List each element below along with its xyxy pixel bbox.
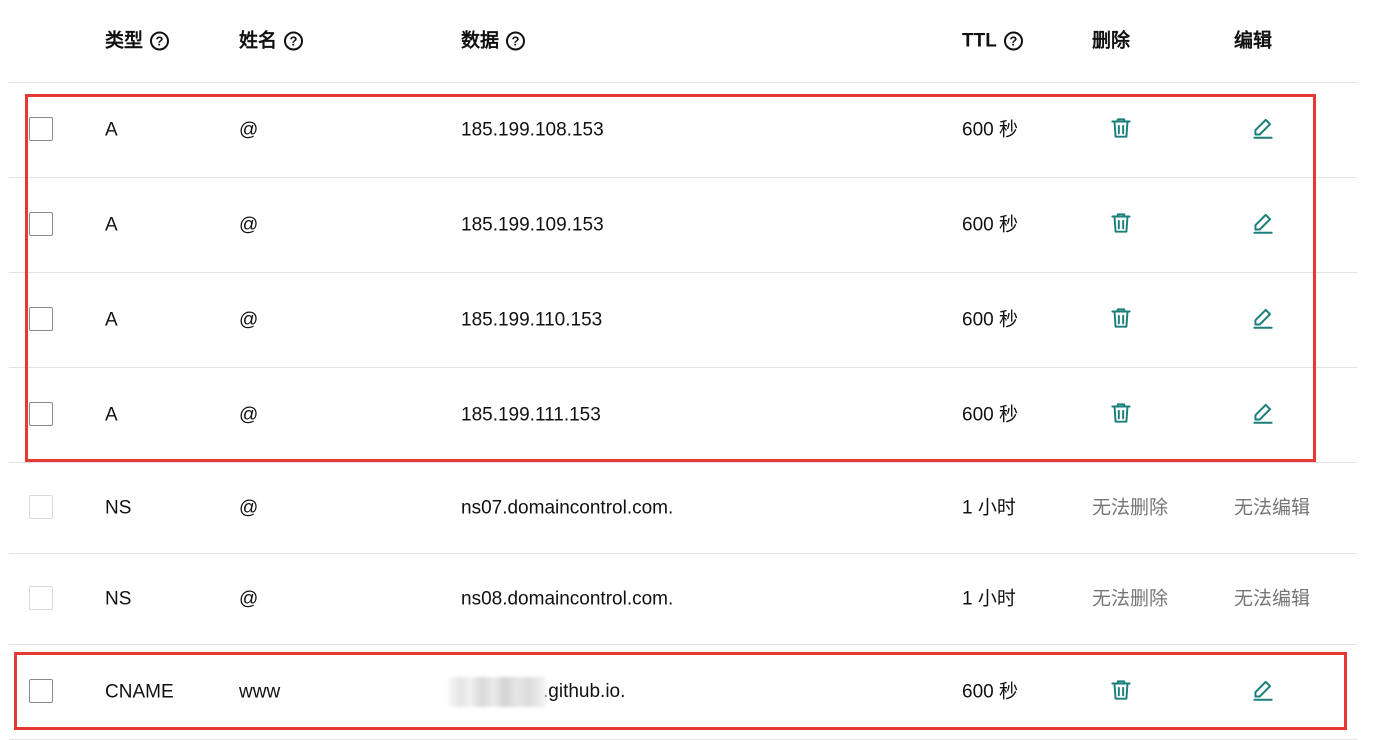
record-data-value: .github.io. <box>543 681 626 703</box>
dns-records-table: 类型 ? 姓名 ? 数据 ? TTL ? 删除 编辑 A @185.199.108… <box>9 0 1357 740</box>
record-data: .github.io. <box>449 677 626 707</box>
question-circle-icon[interactable]: ? <box>1003 31 1023 51</box>
row-select-checkbox <box>29 586 53 610</box>
record-data: 185.199.111.153 <box>461 404 601 426</box>
record-data: 185.199.109.153 <box>461 214 604 236</box>
record-type: NS <box>105 497 132 519</box>
record-type: CNAME <box>105 681 174 703</box>
table-row: A @185.199.111.153 600 秒 <box>9 368 1357 463</box>
column-header-data: 数据 ? <box>461 30 526 52</box>
record-type: NS <box>105 588 132 610</box>
record-type: A <box>105 309 118 331</box>
trash-icon[interactable] <box>1108 210 1134 236</box>
edit-button[interactable] <box>1250 305 1276 335</box>
record-name: www <box>239 681 281 703</box>
column-header-ttl: TTL ? <box>962 30 1023 52</box>
cannot-edit-text: 无法编辑 <box>1234 497 1311 519</box>
question-circle-icon[interactable]: ? <box>506 31 526 51</box>
edit-button[interactable] <box>1250 210 1276 240</box>
cannot-edit-text: 无法编辑 <box>1234 588 1311 610</box>
trash-icon[interactable] <box>1108 677 1134 703</box>
table-row: A @185.199.108.153 600 秒 <box>9 83 1357 178</box>
column-header-edit-label: 编辑 <box>1234 30 1273 52</box>
question-circle-icon[interactable]: ? <box>284 31 304 51</box>
delete-button[interactable] <box>1108 210 1134 240</box>
table-header: 类型 ? 姓名 ? 数据 ? TTL ? 删除 编辑 <box>9 0 1357 83</box>
record-name: @ <box>239 214 259 236</box>
record-data: 185.199.108.153 <box>461 119 604 141</box>
record-name: @ <box>239 404 259 426</box>
cannot-delete-text: 无法删除 <box>1092 497 1169 519</box>
column-header-delete: 删除 <box>1092 32 1130 51</box>
table-row: NS @ ns07.domaincontrol.com. 1 小时 无法删除 无法编辑 <box>9 463 1357 554</box>
edit-button[interactable] <box>1250 677 1276 707</box>
record-name: @ <box>239 119 259 141</box>
row-select-checkbox[interactable] <box>29 679 53 703</box>
record-name: @ <box>239 588 259 610</box>
delete-button[interactable] <box>1108 305 1134 335</box>
record-ttl: 600 秒 <box>962 404 1018 426</box>
row-select-checkbox[interactable] <box>29 212 53 236</box>
record-type: A <box>105 214 118 236</box>
column-header-ttl-label: TTL <box>962 30 997 52</box>
trash-icon[interactable] <box>1108 400 1134 426</box>
column-header-name-label: 姓名 <box>239 30 278 52</box>
column-header-delete-label: 删除 <box>1092 30 1131 52</box>
column-header-data-label: 数据 <box>461 30 500 52</box>
trash-icon[interactable] <box>1108 115 1134 141</box>
record-name: @ <box>239 309 259 331</box>
record-type: A <box>105 119 118 141</box>
cannot-delete-text: 无法删除 <box>1092 588 1169 610</box>
table-row: NS @ ns08.domaincontrol.com. 1 小时 无法删除 无法编辑 <box>9 554 1357 645</box>
record-type: A <box>105 404 118 426</box>
row-select-checkbox <box>29 495 53 519</box>
pencil-icon[interactable] <box>1250 400 1276 426</box>
row-select-checkbox[interactable] <box>29 117 53 141</box>
pencil-icon[interactable] <box>1250 115 1276 141</box>
table-row: A @185.199.110.153 600 秒 <box>9 273 1357 368</box>
record-ttl: 600 秒 <box>962 309 1018 331</box>
row-select-checkbox[interactable] <box>29 402 53 426</box>
question-circle-icon[interactable]: ? <box>150 31 170 51</box>
column-header-edit: 编辑 <box>1234 32 1272 51</box>
column-header-type: 类型 ? <box>105 30 170 52</box>
record-name: @ <box>239 497 259 519</box>
trash-icon[interactable] <box>1108 305 1134 331</box>
edit-button[interactable] <box>1250 400 1276 430</box>
table-row: CNAME www .github.io. 600 秒 <box>9 645 1357 740</box>
record-ttl: 1 小时 <box>962 497 1016 519</box>
table-row: A @185.199.109.153 600 秒 <box>9 178 1357 273</box>
record-ttl: 600 秒 <box>962 681 1018 703</box>
column-header-name: 姓名 ? <box>239 30 304 52</box>
edit-button[interactable] <box>1250 115 1276 145</box>
pencil-icon[interactable] <box>1250 210 1276 236</box>
delete-button[interactable] <box>1108 677 1134 707</box>
record-ttl: 600 秒 <box>962 214 1018 236</box>
record-data: ns07.domaincontrol.com. <box>461 497 674 519</box>
record-ttl: 1 小时 <box>962 588 1016 610</box>
record-data: ns08.domaincontrol.com. <box>461 588 674 610</box>
column-header-type-label: 类型 <box>105 30 144 52</box>
row-select-checkbox[interactable] <box>29 307 53 331</box>
record-ttl: 600 秒 <box>962 119 1018 141</box>
pencil-icon[interactable] <box>1250 305 1276 331</box>
record-data: 185.199.110.153 <box>461 309 603 331</box>
redacted-subdomain <box>449 677 546 707</box>
delete-button[interactable] <box>1108 115 1134 145</box>
pencil-icon[interactable] <box>1250 677 1276 703</box>
delete-button[interactable] <box>1108 400 1134 430</box>
